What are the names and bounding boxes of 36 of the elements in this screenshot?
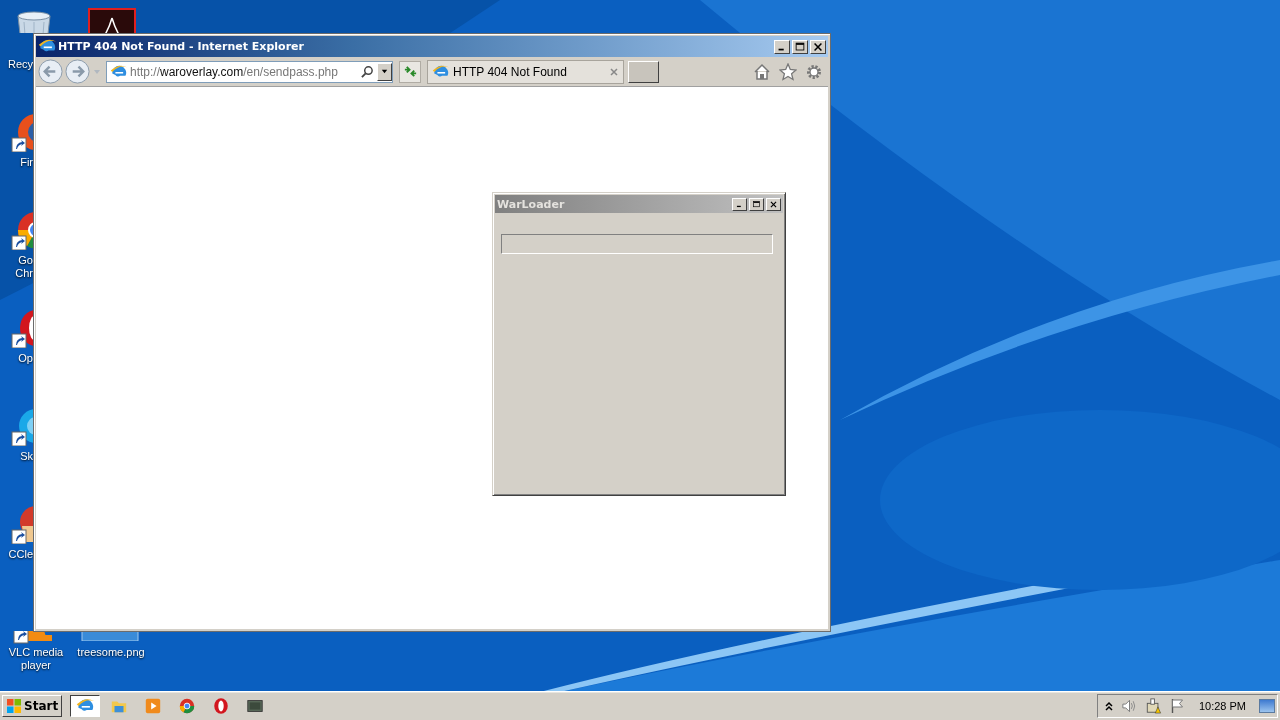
text-field[interactable]	[501, 234, 773, 254]
chrome-icon	[178, 697, 197, 715]
desktop-icon-label[interactable]: treesome.png	[74, 646, 148, 659]
desktop-icon-label[interactable]: VLC media player	[0, 646, 72, 672]
dropdown-button[interactable]	[377, 62, 392, 81]
star-icon[interactable]	[779, 62, 797, 81]
tab-title[interactable]: HTTP 404 Not Found	[453, 64, 609, 79]
desktop-icon-label[interactable]: Recy	[0, 58, 33, 71]
settings-icon[interactable]	[805, 62, 823, 81]
document-icon[interactable]	[88, 8, 136, 33]
caret-icon[interactable]	[380, 67, 389, 76]
terminal-icon	[246, 697, 265, 715]
windows-logo-icon	[6, 698, 22, 714]
ie-logo-icon	[110, 63, 127, 80]
home-icon[interactable]	[753, 62, 771, 81]
speaker-icon[interactable]	[1120, 698, 1138, 714]
desktop-icon-label[interactable]: Op	[0, 352, 33, 365]
window-title: WarLoader	[497, 197, 565, 211]
new-tab-button[interactable]	[628, 60, 659, 83]
desktop-icon-label[interactable]: Fir	[0, 156, 33, 169]
desktop-icon-label[interactable]: CCle	[0, 548, 33, 561]
start-button[interactable]: Start	[2, 695, 63, 717]
chevron-up-icon[interactable]	[1103, 700, 1114, 712]
opera-icon	[212, 697, 231, 715]
taskbar-button[interactable]	[70, 695, 101, 717]
media-player-icon	[144, 697, 163, 715]
desktop-icon-label[interactable]: Sk	[0, 450, 33, 463]
ie-logo-icon	[432, 63, 449, 80]
desktop-icon-label[interactable]: Go Chr	[0, 254, 33, 280]
address-field[interactable]: http://waroverlay.com/en/sendpass.php	[106, 60, 393, 83]
url-text[interactable]: http://waroverlay.com/en/sendpass.php	[130, 64, 361, 79]
browser-tab[interactable]: HTTP 404 Not Found	[427, 59, 624, 84]
network-warning-icon[interactable]	[1144, 698, 1162, 714]
window-title: HTTP 404 Not Found - Internet Explorer	[58, 40, 304, 53]
search-icon[interactable]	[361, 65, 374, 78]
clock-time[interactable]: 10:28 PM	[1198, 700, 1246, 712]
